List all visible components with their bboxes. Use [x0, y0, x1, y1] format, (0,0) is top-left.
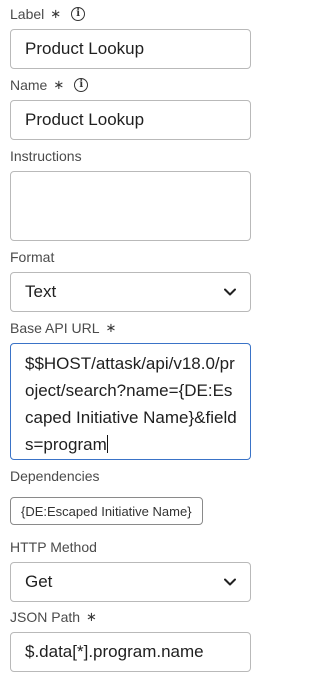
name-field-label: Name ∗ i [10, 76, 89, 94]
instructions-field-label: Instructions [10, 147, 82, 165]
format-label-text: Format [10, 249, 55, 265]
info-icon[interactable]: i [74, 78, 89, 92]
json-path-field-label: JSON Path ∗ [10, 608, 97, 626]
chevron-down-icon [224, 288, 236, 296]
instructions-textarea[interactable] [10, 171, 251, 241]
format-selected-value: Text [25, 282, 57, 301]
label-input[interactable]: Product Lookup [10, 29, 251, 69]
label-field-label-text: Label [10, 6, 45, 22]
http-method-selected-value: Get [25, 572, 53, 591]
label-input-value: Product Lookup [25, 39, 145, 58]
name-field-label-text: Name [10, 77, 48, 93]
base-api-url-value: $$HOST/attask/api/v18.0/project/search?n… [25, 354, 237, 454]
required-indicator: ∗ [86, 609, 97, 624]
dependency-chip-label: {DE:Escaped Initiative Name} [21, 503, 192, 519]
label-field-label: Label ∗ i [10, 5, 86, 23]
dependency-chip[interactable]: {DE:Escaped Initiative Name} [10, 497, 203, 525]
info-icon[interactable]: i [71, 7, 86, 21]
http-method-label-text: HTTP Method [10, 539, 97, 555]
base-api-url-field-label: Base API URL ∗ [10, 319, 116, 337]
text-caret [106, 435, 108, 453]
json-path-label-text: JSON Path [10, 609, 81, 625]
required-indicator: ∗ [50, 6, 62, 21]
chevron-down-icon [224, 578, 236, 586]
instructions-label-text: Instructions [10, 148, 82, 164]
format-field-label: Format [10, 248, 54, 266]
http-method-select[interactable]: Get [10, 562, 251, 602]
format-select[interactable]: Text [10, 272, 251, 312]
dependencies-label-text: Dependencies [10, 468, 100, 484]
json-path-input[interactable]: $.data[*].program.name [10, 632, 251, 672]
required-indicator: ∗ [53, 77, 65, 92]
name-input-value: Product Lookup [25, 110, 145, 129]
base-api-url-label-text: Base API URL [10, 320, 100, 336]
base-api-url-value-wrap: $$HOST/attask/api/v18.0/project/search?n… [25, 350, 240, 458]
http-method-field-label: HTTP Method [10, 538, 97, 556]
name-input[interactable]: Product Lookup [10, 100, 251, 140]
base-api-url-textarea[interactable]: $$HOST/attask/api/v18.0/project/search?n… [10, 343, 251, 460]
json-path-value: $.data[*].program.name [25, 642, 204, 661]
dependencies-field-label: Dependencies [10, 467, 100, 485]
required-indicator: ∗ [105, 320, 117, 335]
